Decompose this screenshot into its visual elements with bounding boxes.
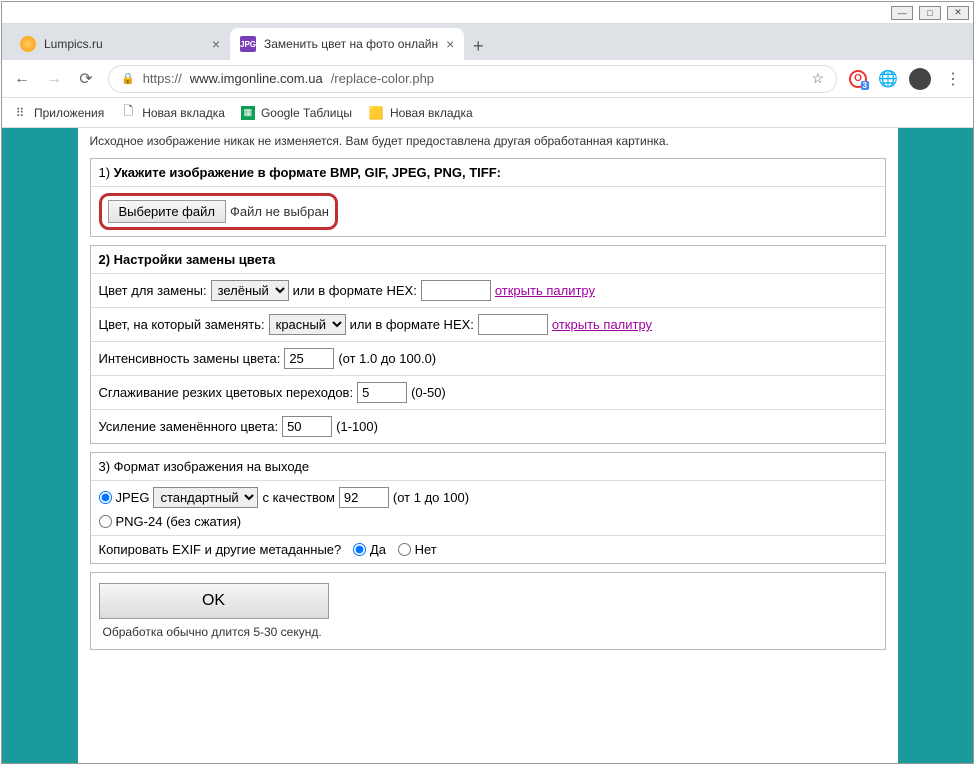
bookmark-label: Google Таблицы — [261, 106, 352, 120]
page-content: Исходное изображение никак не изменяется… — [78, 128, 898, 763]
intensity-input[interactable] — [284, 348, 334, 369]
color-from-select[interactable]: зелёный — [211, 280, 289, 301]
minimize-button[interactable]: — — [891, 6, 913, 20]
bookmark-star-icon[interactable]: ☆ — [811, 70, 824, 87]
bookmark-item[interactable]: ▦ Google Таблицы — [241, 106, 352, 120]
lumpics-favicon-icon — [20, 36, 36, 52]
sheets-icon: ▦ — [241, 106, 255, 120]
tab-imgonline[interactable]: JPG Заменить цвет на фото онлайн × — [230, 28, 464, 60]
back-button[interactable]: ← — [12, 69, 32, 89]
boost-input[interactable] — [282, 416, 332, 437]
no-file-label: Файл не выбран — [230, 204, 329, 219]
png-radio[interactable] — [99, 515, 112, 528]
range-label: (0-50) — [411, 385, 446, 400]
apps-label: Приложения — [34, 106, 104, 120]
lock-icon: 🔒 — [121, 72, 135, 85]
bookmarks-bar: ⠿ Приложения 🗋 Новая вкладка ▦ Google Та… — [2, 98, 973, 128]
palette-link[interactable]: открыть палитру — [495, 283, 595, 298]
bookmark-item[interactable]: 🟨 Новая вкладка — [368, 105, 473, 121]
jpeg-mode-select[interactable]: стандартный — [153, 487, 258, 508]
range-label: (от 1.0 до 100.0) — [338, 351, 436, 366]
viewport: Исходное изображение никак не изменяется… — [2, 128, 973, 763]
hex-to-input[interactable] — [478, 314, 548, 335]
ok-button[interactable]: OK — [99, 583, 329, 619]
url-host: www.imgonline.com.ua — [190, 71, 323, 86]
close-tab-icon[interactable]: × — [446, 36, 454, 52]
tab-title: Заменить цвет на фото онлайн — [264, 37, 438, 51]
apps-grid-icon: ⠿ — [12, 105, 28, 121]
no-label: Нет — [415, 542, 437, 557]
new-tab-button[interactable]: + — [464, 32, 492, 60]
bookmark-label: Новая вкладка — [390, 106, 473, 120]
palette-link[interactable]: открыть палитру — [552, 317, 652, 332]
quality-input[interactable] — [339, 487, 389, 508]
label: Цвет для замены: — [99, 283, 207, 298]
close-window-button[interactable]: ✕ — [947, 6, 969, 20]
url-scheme: https:// — [143, 71, 182, 86]
choose-file-button[interactable]: Выберите файл — [108, 200, 226, 223]
png-label: PNG-24 (без сжатия) — [116, 514, 242, 529]
section3-title: 3) Формат изображения на выходе — [91, 453, 885, 481]
forward-button[interactable]: → — [44, 69, 64, 89]
label: Усиление заменённого цвета: — [99, 419, 279, 434]
processing-note: Обработка обычно длится 5-30 секунд. — [99, 625, 877, 639]
maximize-button[interactable]: □ — [919, 6, 941, 20]
label: или в формате HEX: — [350, 317, 474, 332]
url-input[interactable]: 🔒 https:// www.imgonline.com.ua/replace-c… — [108, 65, 837, 93]
extension-globe-icon[interactable]: 🌐 — [879, 70, 897, 88]
bookmark-item[interactable]: 🗋 Новая вкладка — [120, 105, 225, 121]
page-icon: 🗋 — [120, 105, 136, 121]
label: Интенсивность замены цвета: — [99, 351, 281, 366]
cutoff-text: Исходное изображение никак не изменяется… — [90, 128, 886, 150]
profile-avatar[interactable] — [909, 68, 931, 90]
menu-button[interactable]: ⋮ — [943, 69, 963, 89]
section-upload: 1) Укажите изображение в формате BMP, GI… — [90, 158, 886, 237]
section1-title: 1) Укажите изображение в формате BMP, GI… — [91, 159, 885, 187]
smoothing-input[interactable] — [357, 382, 407, 403]
jpeg-radio[interactable] — [99, 491, 112, 504]
jpeg-label: JPEG — [116, 490, 150, 505]
exif-no-radio[interactable] — [398, 543, 411, 556]
file-upload-highlight: Выберите файл Файл не выбран — [99, 193, 338, 230]
url-path: /replace-color.php — [331, 71, 434, 86]
range-label: (от 1 до 100) — [393, 490, 469, 505]
exif-label: Копировать EXIF и другие метаданные? — [99, 542, 342, 557]
section-color-settings: 2) Настройки замены цвета Цвет для замен… — [90, 245, 886, 444]
bookmark-label: Новая вкладка — [142, 106, 225, 120]
color-to-select[interactable]: красный — [269, 314, 346, 335]
tab-strip: Lumpics.ru × JPG Заменить цвет на фото о… — [2, 24, 973, 60]
address-bar: ← → ⟳ 🔒 https:// www.imgonline.com.ua/rep… — [2, 60, 973, 98]
close-tab-icon[interactable]: × — [212, 36, 220, 52]
exif-yes-radio[interactable] — [353, 543, 366, 556]
label: или в формате HEX: — [293, 283, 417, 298]
section-output-format: 3) Формат изображения на выходе JPEG ста… — [90, 452, 886, 564]
label: Цвет, на который заменять: — [99, 317, 265, 332]
apps-button[interactable]: ⠿ Приложения — [12, 105, 104, 121]
section2-title: 2) Настройки замены цвета — [91, 246, 885, 274]
jpg-favicon-icon: JPG — [240, 36, 256, 52]
yes-label: Да — [370, 542, 386, 557]
label: с качеством — [262, 490, 334, 505]
page-color-icon: 🟨 — [368, 105, 384, 121]
section-submit: OK Обработка обычно длится 5-30 секунд. — [90, 572, 886, 650]
tab-title: Lumpics.ru — [44, 37, 103, 51]
reload-button[interactable]: ⟳ — [76, 69, 96, 89]
window-titlebar: — □ ✕ — [2, 2, 973, 24]
label: Сглаживание резких цветовых переходов: — [99, 385, 354, 400]
range-label: (1-100) — [336, 419, 378, 434]
hex-from-input[interactable] — [421, 280, 491, 301]
extension-opera-icon[interactable]: O3 — [849, 70, 867, 88]
tab-lumpics[interactable]: Lumpics.ru × — [10, 28, 230, 60]
